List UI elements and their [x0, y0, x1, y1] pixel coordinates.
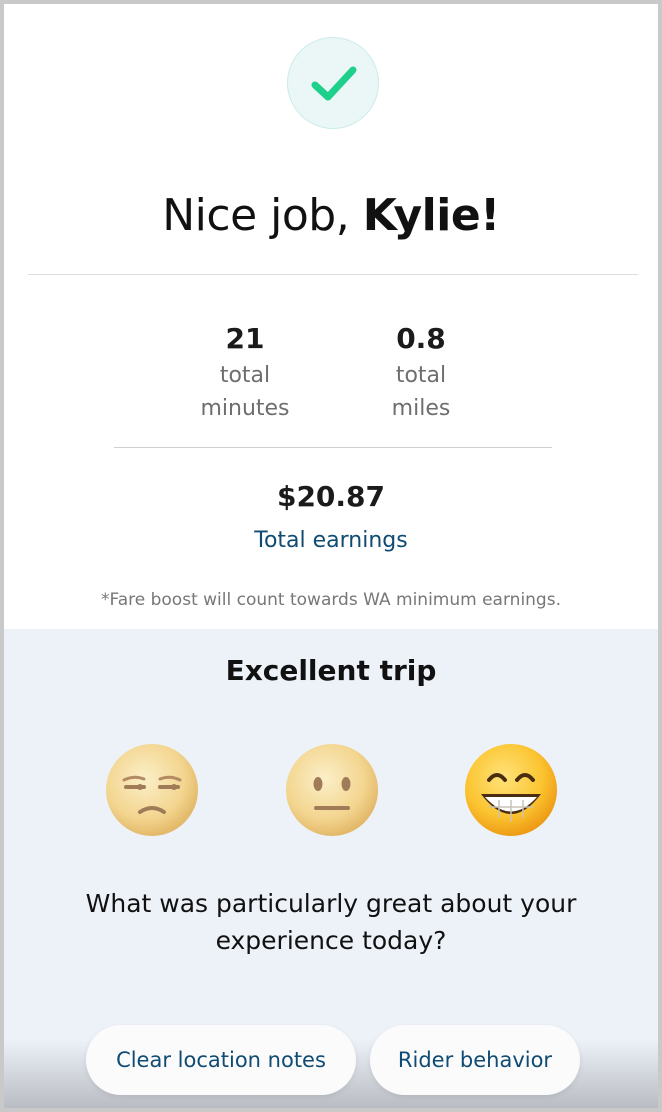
earnings-label: Total earnings	[254, 528, 408, 553]
divider	[114, 447, 552, 448]
success-badge	[287, 37, 379, 129]
unamused-face-icon	[106, 744, 198, 836]
trip-summary-screen: Nice job, Kylie! 21 total minutes 0.8 to…	[4, 4, 658, 1108]
greeting-prefix: Nice job,	[162, 190, 363, 241]
chip-rider-behavior[interactable]: Rider behavior	[370, 1025, 580, 1095]
rating-option-excellent[interactable]	[463, 742, 559, 838]
stat-value: 0.8	[396, 322, 446, 355]
rating-option-bad[interactable]	[104, 742, 200, 838]
stat-label: total miles	[341, 359, 501, 425]
driver-name: Kylie!	[362, 190, 501, 241]
stat-label-line: minutes	[200, 396, 290, 421]
rating-option-okay[interactable]	[284, 742, 380, 838]
chip-clear-location-notes[interactable]: Clear location notes	[86, 1025, 356, 1095]
grinning-face-icon	[465, 744, 557, 836]
earnings-amount: $20.87	[276, 480, 386, 513]
rating-title: Excellent trip	[225, 654, 437, 687]
stat-label-line: total	[219, 363, 271, 388]
stat-label-line: total	[395, 363, 447, 388]
divider	[28, 274, 638, 275]
rating-panel: Excellent trip What was particularly gre…	[4, 629, 658, 1108]
neutral-face-icon	[286, 744, 378, 836]
fare-boost-note: *Fare boost will count towards WA minimu…	[101, 590, 561, 610]
stat-label-line: miles	[391, 396, 451, 421]
feedback-question: What was particularly great about your e…	[85, 889, 577, 955]
check-icon	[311, 66, 357, 101]
stat-total-miles: 0.8 total miles	[341, 322, 501, 425]
stat-value: 21	[225, 322, 265, 355]
greeting-title: Nice job, Kylie!	[4, 190, 658, 241]
stat-total-minutes: 21 total minutes	[165, 322, 325, 425]
stat-label: total minutes	[165, 359, 325, 425]
